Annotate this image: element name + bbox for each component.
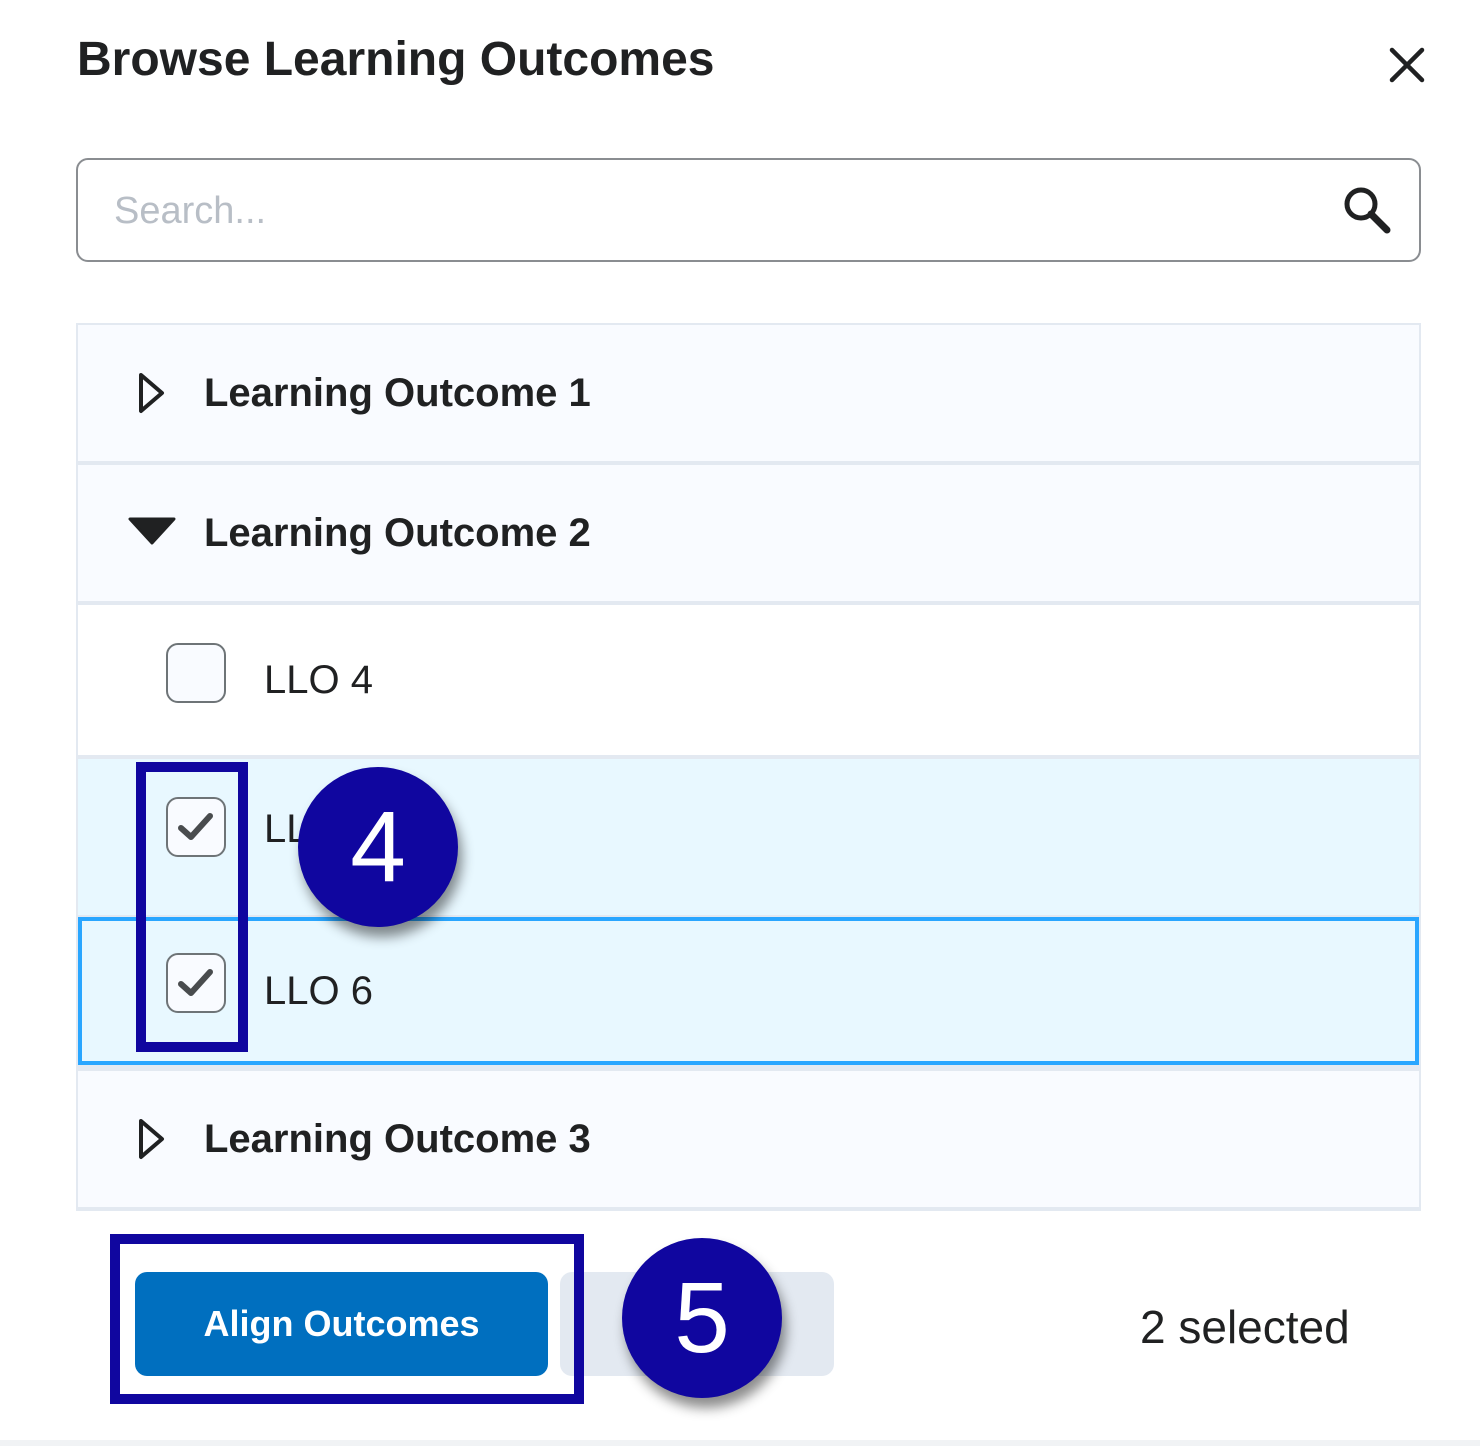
annotation-box-align (110, 1234, 584, 1404)
outcome-row-1[interactable]: Learning Outcome 1 (78, 325, 1419, 461)
checkbox-llo-4[interactable] (166, 643, 226, 703)
caret-right-icon[interactable] (136, 371, 166, 415)
close-button[interactable] (1386, 44, 1428, 86)
llo-row-5[interactable]: LLO 5 (78, 759, 1419, 915)
outcomes-tree: Learning Outcome 1 Learning Outcome 2 LL… (76, 323, 1421, 1211)
dialog-title: Browse Learning Outcomes (77, 33, 715, 86)
outcome-row-2[interactable]: Learning Outcome 2 (78, 465, 1419, 601)
divider (0, 1440, 1480, 1446)
step-badge-4: 4 (298, 767, 458, 927)
search-field[interactable] (76, 158, 1421, 262)
outcome-label: Learning Outcome 1 (204, 370, 591, 415)
llo-row-4[interactable]: LLO 4 (78, 605, 1419, 755)
search-input[interactable] (114, 188, 1314, 234)
outcome-row-3[interactable]: Learning Outcome 3 (78, 1071, 1419, 1207)
llo-row-6[interactable]: LLO 6 (78, 917, 1419, 1065)
outcome-label: Learning Outcome 2 (204, 510, 591, 555)
close-icon (1389, 47, 1425, 83)
step-badge-5: 5 (622, 1238, 782, 1398)
llo-label: LLO 6 (264, 968, 373, 1013)
caret-down-icon[interactable] (128, 517, 176, 547)
llo-label: LLO 4 (264, 657, 373, 702)
caret-right-icon[interactable] (136, 1117, 166, 1161)
annotation-box-checkboxes (136, 762, 248, 1052)
search-button[interactable] (1341, 184, 1393, 236)
selected-count: 2 selected (1140, 1301, 1350, 1353)
search-icon (1344, 187, 1391, 234)
outcome-label: Learning Outcome 3 (204, 1116, 591, 1161)
